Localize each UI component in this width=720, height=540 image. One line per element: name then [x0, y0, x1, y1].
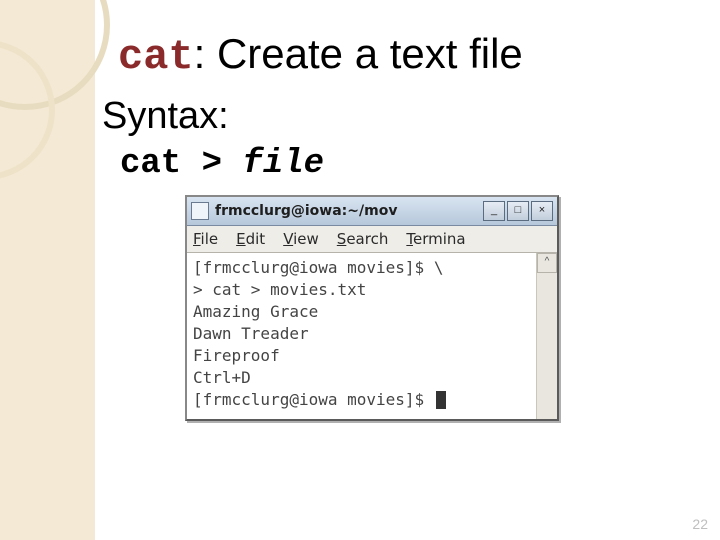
close-button[interactable]: ×: [531, 201, 553, 221]
maximize-button[interactable]: □: [507, 201, 529, 221]
menu-view[interactable]: View: [283, 230, 319, 248]
cursor-icon: [436, 391, 446, 409]
menu-search[interactable]: Search: [337, 230, 389, 248]
terminal-line: > cat > movies.txt: [193, 280, 366, 299]
window-titlebar[interactable]: frmcclurg@iowa:~/mov _ □ ×: [187, 197, 557, 226]
window-buttons: _ □ ×: [483, 201, 553, 221]
syntax-command: cat >: [120, 145, 242, 183]
page-number: 22: [692, 516, 708, 532]
window-icon: [191, 202, 209, 220]
menu-edit[interactable]: Edit: [236, 230, 265, 248]
terminal-window: frmcclurg@iowa:~/mov _ □ × File Edit Vie…: [185, 195, 559, 421]
syntax-heading: Syntax:: [102, 95, 229, 138]
syntax-argument: file: [242, 145, 324, 183]
terminal-line: Dawn Treader: [193, 324, 309, 343]
terminal-line: Ctrl+D: [193, 368, 251, 387]
terminal-output[interactable]: [frmcclurg@iowa movies]$ \ > cat > movie…: [187, 253, 536, 419]
slide: cat: Create a text file Syntax: cat > fi…: [0, 0, 720, 540]
terminal-line: [frmcclurg@iowa movies]$: [193, 390, 434, 409]
title-command: cat: [118, 33, 194, 81]
terminal-line: Amazing Grace: [193, 302, 318, 321]
scroll-up-button[interactable]: ^: [537, 253, 557, 273]
terminal-body: [frmcclurg@iowa movies]$ \ > cat > movie…: [187, 253, 557, 419]
terminal-line: Fireproof: [193, 346, 280, 365]
syntax-code: cat > file: [120, 145, 324, 183]
minimize-button[interactable]: _: [483, 201, 505, 221]
window-title: frmcclurg@iowa:~/mov: [215, 203, 483, 219]
menu-file[interactable]: File: [193, 230, 218, 248]
slide-title: cat: Create a text file: [118, 30, 523, 81]
terminal-line: [frmcclurg@iowa movies]$ \: [193, 258, 443, 277]
title-text: : Create a text file: [194, 30, 523, 77]
menu-bar: File Edit View Search Termina: [187, 226, 557, 253]
menu-terminal[interactable]: Termina: [406, 230, 465, 248]
scrollbar[interactable]: ^: [536, 253, 557, 419]
